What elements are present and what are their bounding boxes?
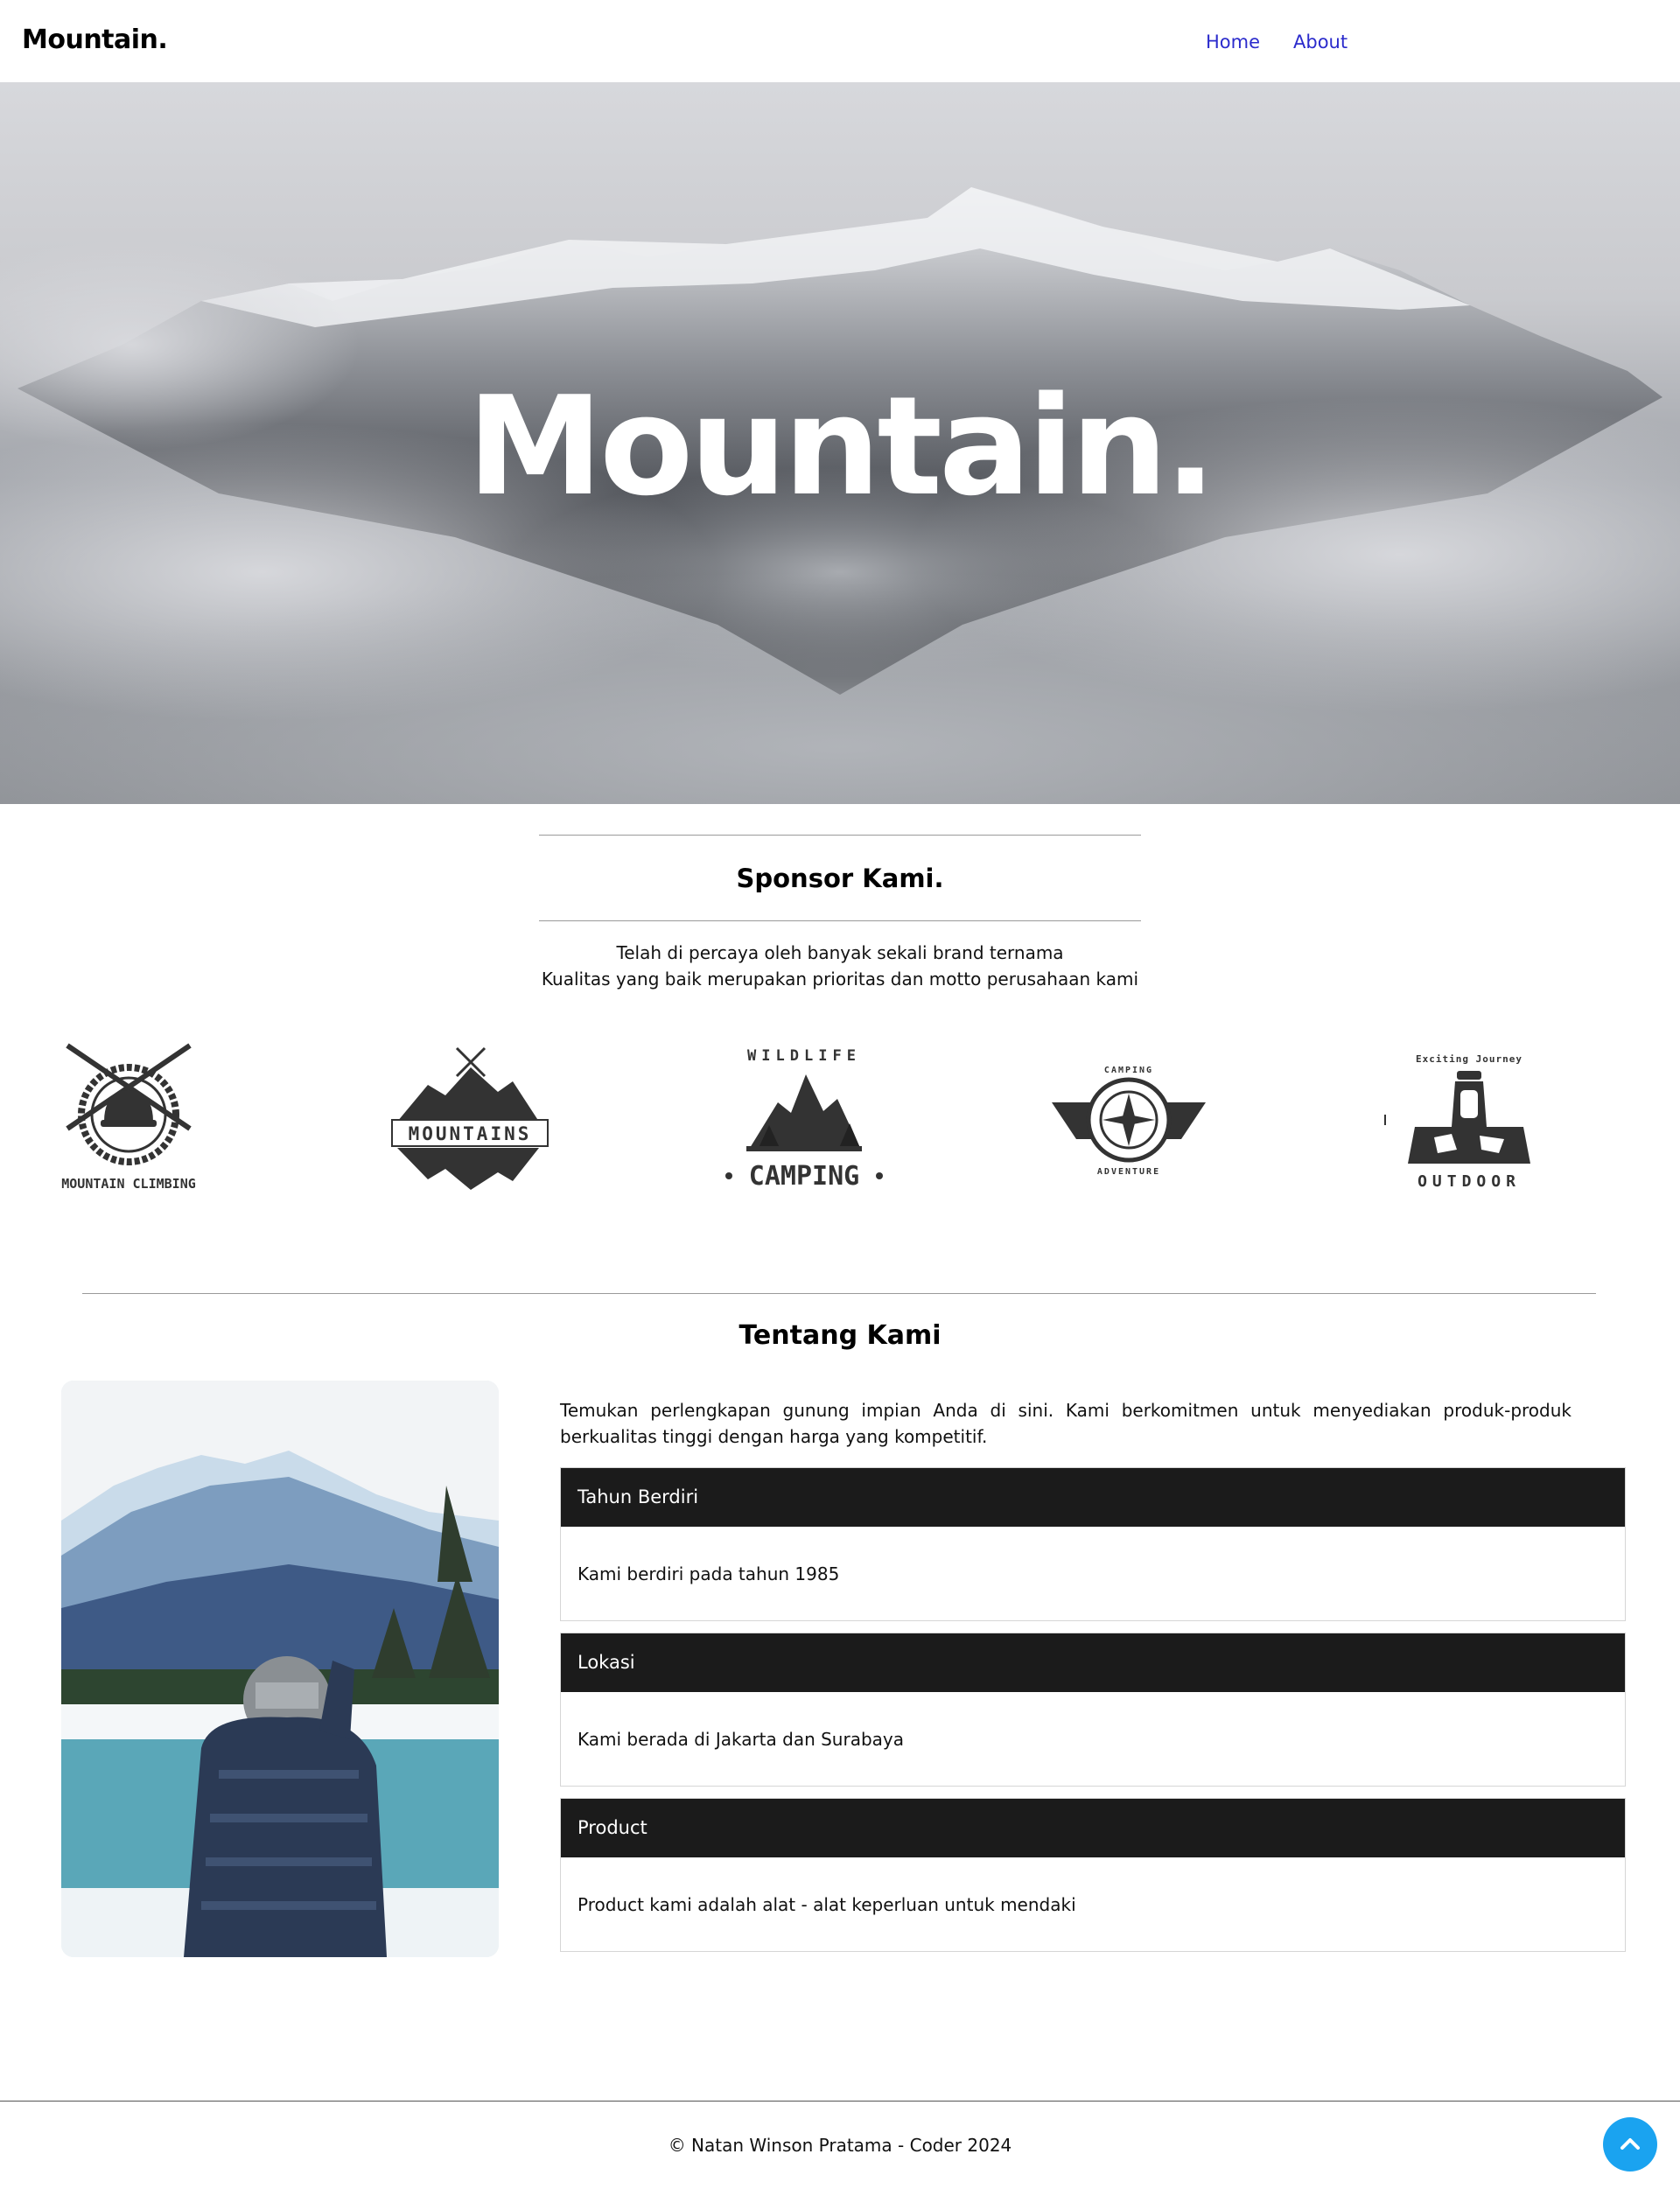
nav-link-about[interactable]: About	[1293, 31, 1348, 52]
exciting-journey-caption: Exciting Journey	[1416, 1053, 1522, 1065]
info-card-location: Lokasi Kami berada di Jakarta dan Suraba…	[560, 1633, 1626, 1787]
mountain-climbing-logo: MOUNTAIN CLIMBING	[41, 1041, 216, 1195]
footer-copyright: © Natan Winson Pratama - Coder 2024	[668, 2135, 1012, 2156]
camping-caption: CAMPING	[749, 1161, 859, 1192]
sponsor-subtitle-line2: Kualitas yang baik merupakan prioritas d…	[541, 969, 1139, 990]
sponsor-title: Sponsor Kami.	[736, 864, 944, 893]
sponsor-subtitle-line1: Telah di percaya oleh banyak sekali bran…	[616, 942, 1064, 963]
navbar: Mountain. Home About	[0, 0, 1680, 82]
sponsor-top-divider	[539, 835, 1141, 836]
wildlife-caption: WILDLIFE	[747, 1047, 861, 1065]
camping-adventure-bottom-caption: ADVENTURE	[1097, 1167, 1160, 1177]
info-card-founded: Tahun Berdiri Kami berdiri pada tahun 19…	[560, 1467, 1626, 1621]
info-card-founded-header: Tahun Berdiri	[561, 1468, 1625, 1527]
about-title: Tentang Kami	[738, 1320, 942, 1351]
brand-logo[interactable]: Mountain.	[22, 24, 168, 55]
info-card-product-body: Product kami adalah alat - alat keperlua…	[578, 1894, 1076, 1915]
outdoor-logo: Exciting Journey OUTDOOR	[1382, 1041, 1557, 1195]
hero-title: Mountain.	[466, 367, 1216, 526]
info-card-location-header: Lokasi	[561, 1633, 1625, 1692]
info-card-founded-body: Kami berdiri pada tahun 1985	[578, 1563, 840, 1584]
about-photo-hiker	[61, 1381, 499, 1957]
mountain-climbing-caption: MOUNTAIN CLIMBING	[61, 1176, 196, 1192]
info-card-product: Product Product kami adalah alat - alat …	[560, 1798, 1626, 1952]
about-divider	[82, 1293, 1596, 1294]
mountains-logo: MOUNTAINS	[380, 1041, 555, 1195]
wildlife-camping-logo: WILDLIFE CAMPING	[717, 1041, 892, 1195]
outdoor-caption: OUTDOOR	[1418, 1172, 1521, 1191]
camping-adventure-top-caption: CAMPING	[1104, 1066, 1153, 1075]
sponsor-bottom-divider	[539, 920, 1141, 921]
info-card-product-header: Product	[561, 1799, 1625, 1857]
mountains-caption: MOUNTAINS	[409, 1123, 532, 1144]
back-to-top-button[interactable]	[1603, 2117, 1657, 2172]
about-intro: Temukan perlengkapan gunung impian Anda …	[560, 1400, 1572, 1447]
camping-adventure-logo: CAMPING ADVENTURE	[1041, 1041, 1216, 1195]
footer-divider	[0, 2101, 1680, 2102]
info-card-location-body: Kami berada di Jakarta dan Surabaya	[578, 1729, 905, 1750]
hero-banner: Mountain.	[0, 82, 1680, 804]
chevron-up-icon	[1620, 2138, 1640, 2150]
nav-link-home[interactable]: Home	[1206, 31, 1260, 52]
